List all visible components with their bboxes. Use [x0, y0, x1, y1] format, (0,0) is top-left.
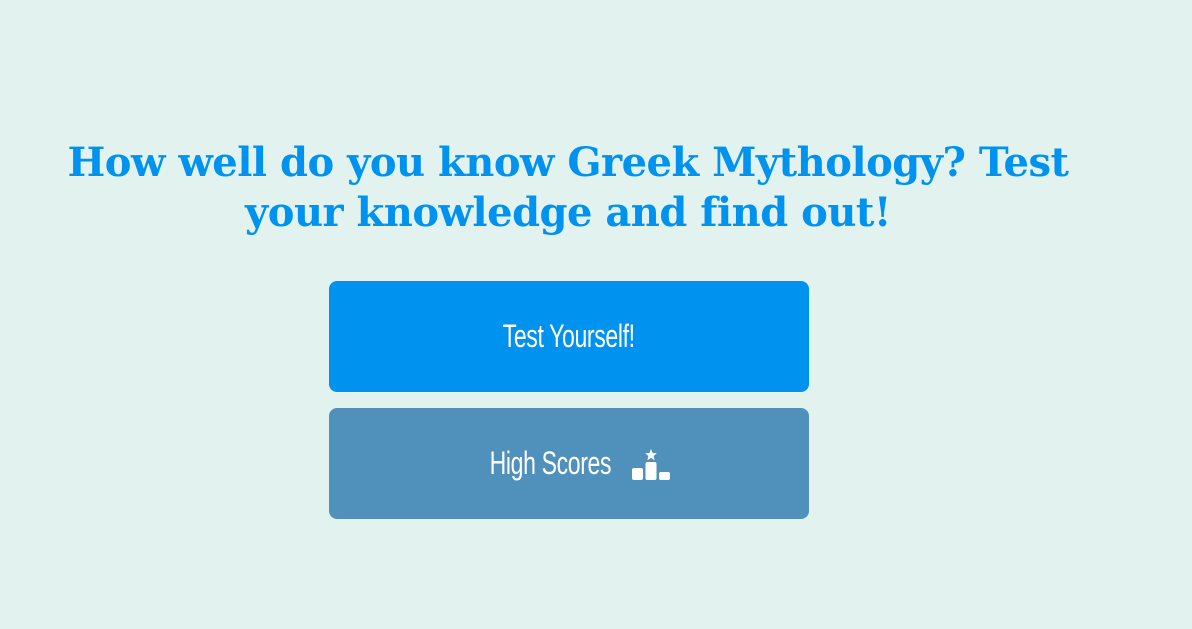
- podium-star-icon: [630, 447, 672, 481]
- test-yourself-label: Test Yourself!: [502, 318, 636, 354]
- high-scores-button[interactable]: High Scores: [329, 408, 809, 519]
- page-title: How well do you know Greek Mythology? Te…: [67, 139, 1069, 236]
- test-yourself-button[interactable]: Test Yourself!: [329, 281, 809, 392]
- high-scores-label: High Scores: [489, 445, 611, 481]
